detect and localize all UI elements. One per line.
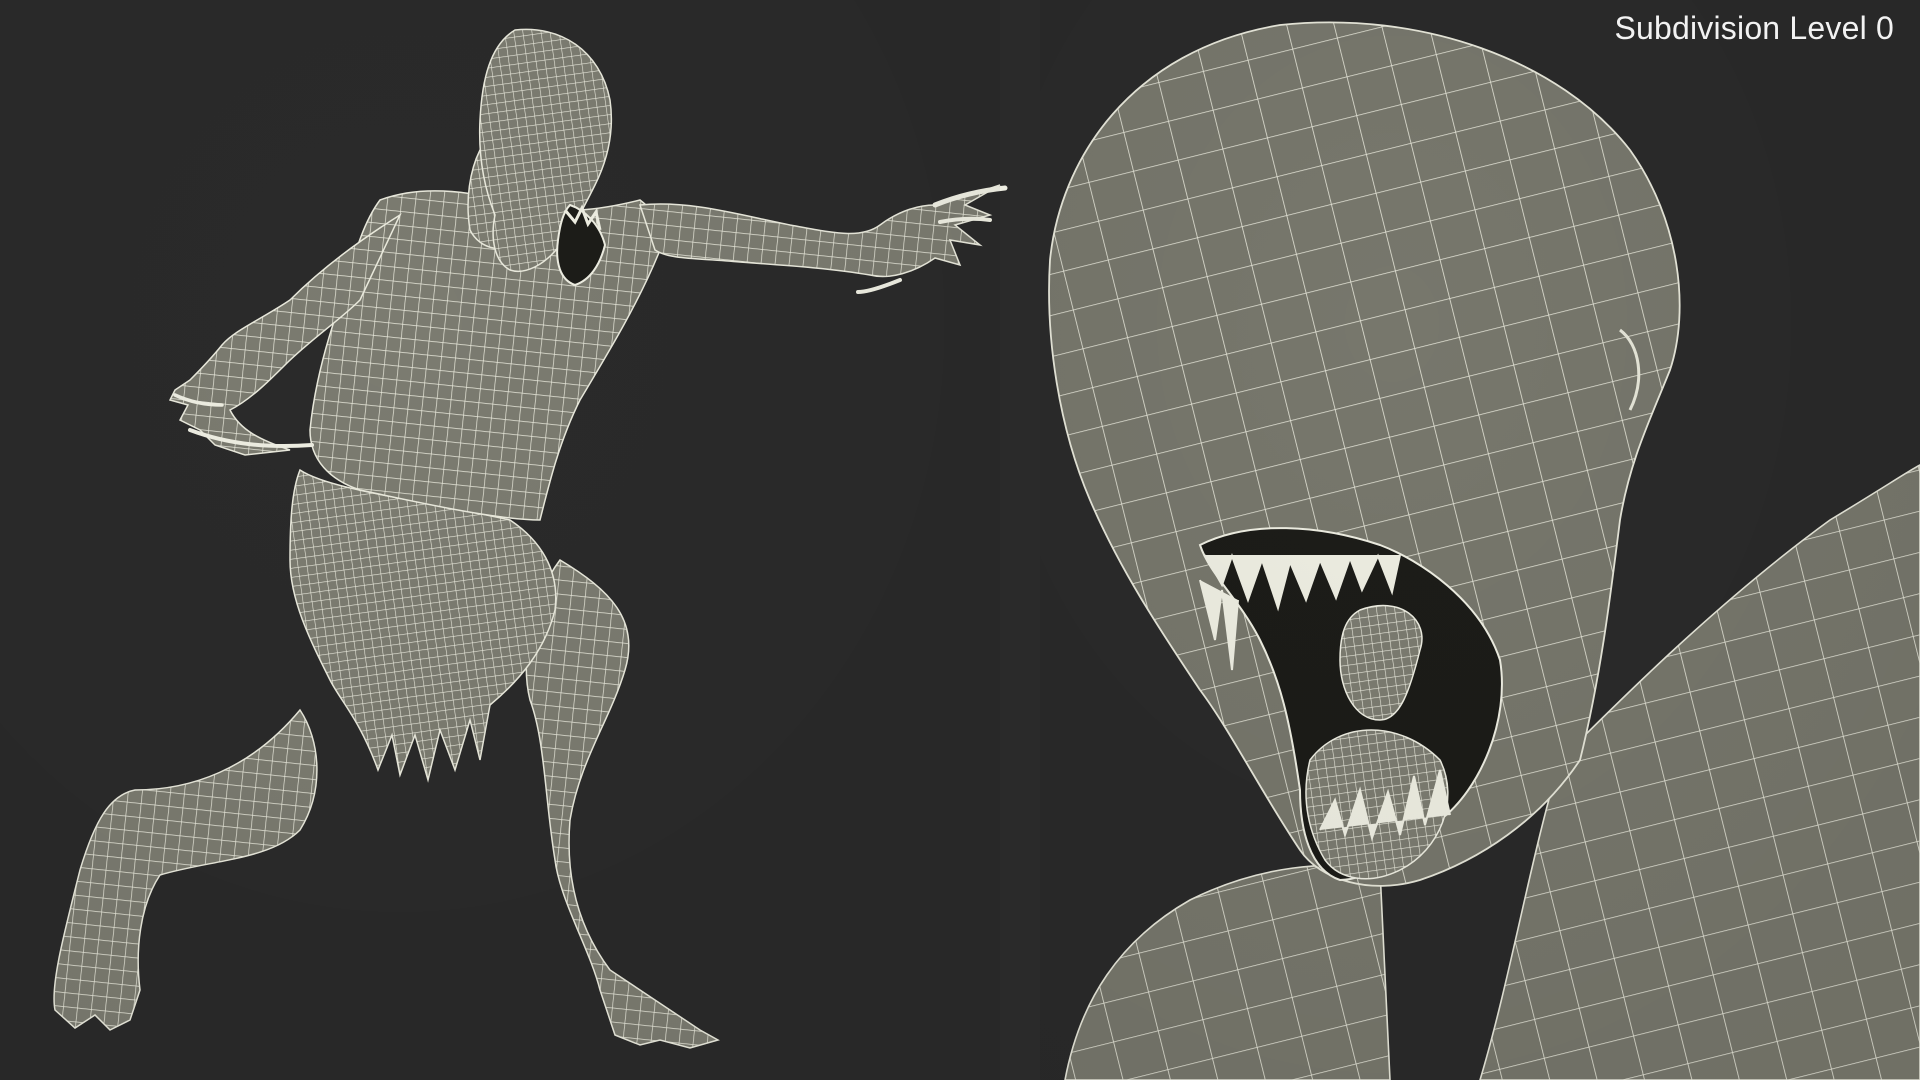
render-viewport: Subdivision Level 0: [0, 0, 1920, 1080]
subdivision-level-label: Subdivision Level 0: [1614, 10, 1894, 46]
wireframe-render: [0, 0, 1920, 1080]
full-body-view: [0, 0, 1008, 1080]
head-closeup-view: [1040, 0, 1920, 1080]
